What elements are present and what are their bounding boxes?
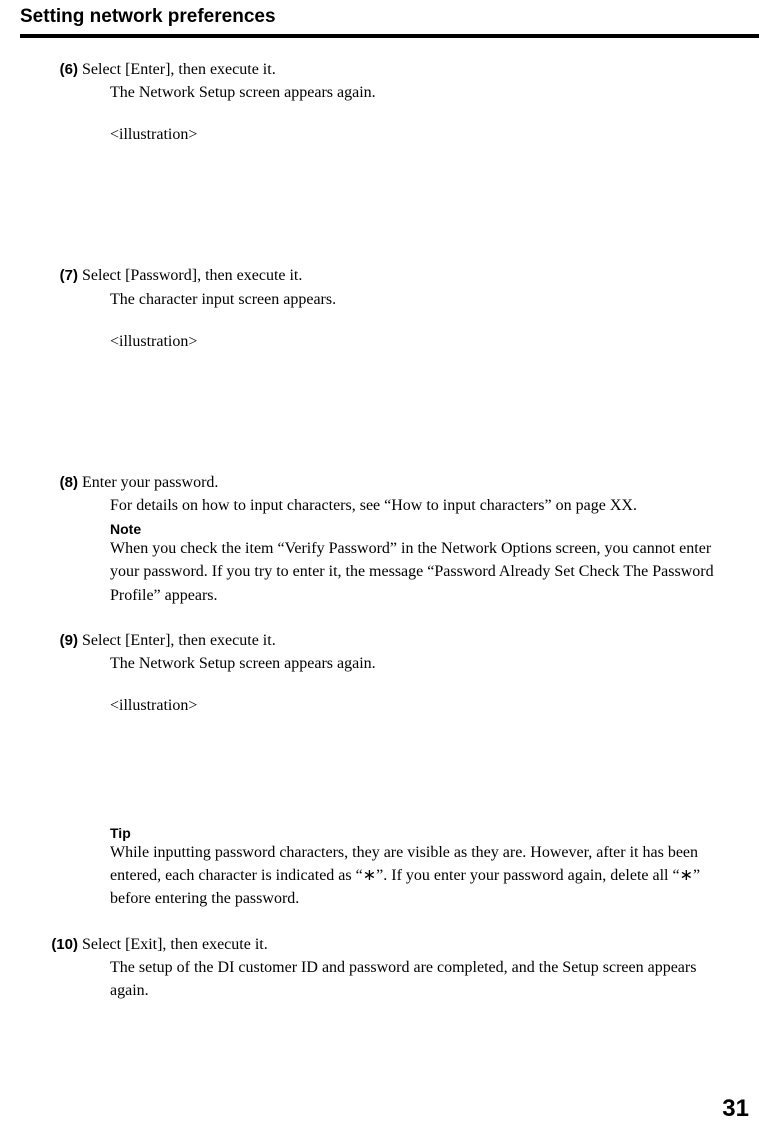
step-number: (9) — [50, 632, 78, 649]
step-instruction: Select [Password], then execute it. — [78, 264, 302, 287]
illustration-placeholder: <illustration> — [78, 126, 739, 144]
content-area: (6) Select [Enter], then execute it. The… — [0, 38, 779, 1002]
step-result: The Network Setup screen appears again. — [78, 652, 739, 675]
page-number: 31 — [722, 1095, 749, 1123]
page-header: Setting network preferences — [0, 0, 779, 38]
step-detail: For details on how to input characters, … — [78, 494, 739, 517]
step-number: (8) — [50, 474, 78, 491]
step-number: (6) — [50, 61, 78, 78]
step-result: The setup of the DI customer ID and pass… — [78, 956, 739, 1002]
illustration-placeholder: <illustration> — [78, 333, 739, 351]
step-6: (6) Select [Enter], then execute it. The… — [78, 58, 739, 144]
illustration-placeholder: <illustration> — [78, 697, 739, 715]
tip-label: Tip — [78, 825, 739, 841]
page-title: Setting network preferences — [20, 6, 759, 32]
tip-body: While inputting password characters, the… — [78, 841, 739, 911]
step-number: (7) — [50, 267, 78, 284]
step-result: The Network Setup screen appears again. — [78, 81, 739, 104]
note-label: Note — [78, 521, 739, 537]
step-instruction: Enter your password. — [78, 471, 218, 494]
step-instruction: Select [Enter], then execute it. — [78, 629, 276, 652]
step-7: (7) Select [Password], then execute it. … — [78, 264, 739, 350]
step-instruction: Select [Enter], then execute it. — [78, 58, 276, 81]
step-9: (9) Select [Enter], then execute it. The… — [78, 629, 739, 911]
step-10: (10) Select [Exit], then execute it. The… — [78, 933, 739, 1003]
step-8: (8) Enter your password. For details on … — [78, 471, 739, 607]
step-instruction: Select [Exit], then execute it. — [78, 933, 268, 956]
step-number: (10) — [50, 936, 78, 953]
note-body: When you check the item “Verify Password… — [78, 537, 739, 607]
step-result: The character input screen appears. — [78, 288, 739, 311]
